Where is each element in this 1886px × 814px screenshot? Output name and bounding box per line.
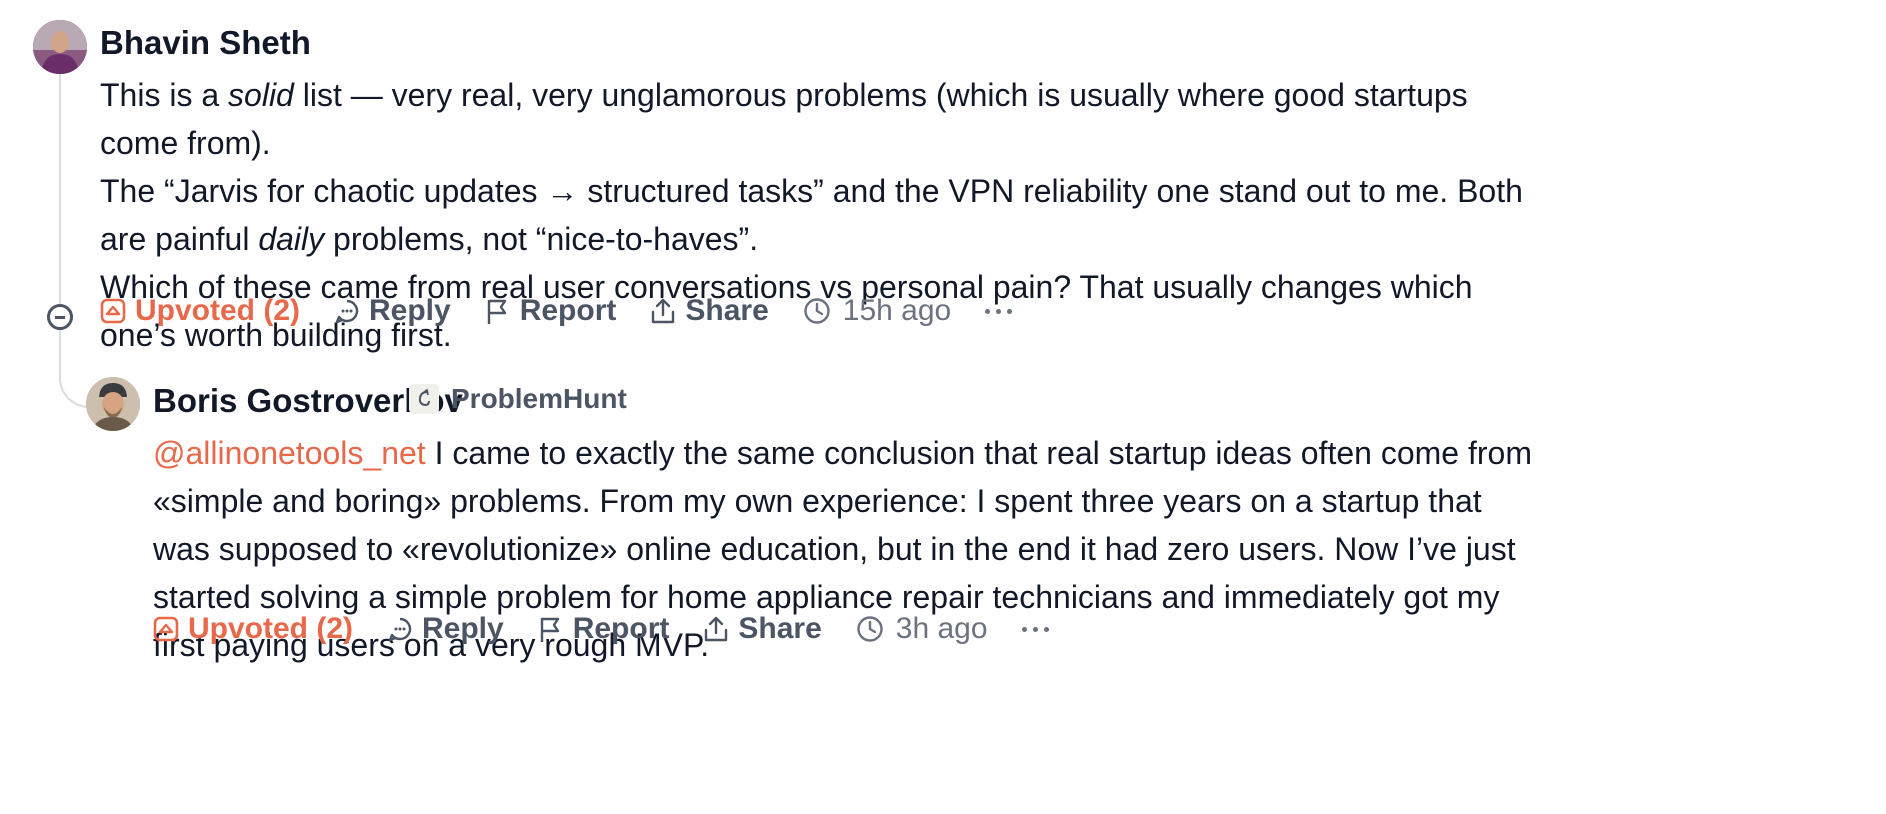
flag-icon bbox=[487, 299, 506, 324]
comment-paragraph: This is a solid list — very real, very u… bbox=[100, 77, 1468, 161]
comment-actions: Upvoted (2) Reply Report Share 3h ago bbox=[153, 612, 1049, 646]
share-icon bbox=[705, 616, 728, 642]
upvote-icon bbox=[153, 616, 179, 642]
avatar[interactable] bbox=[86, 377, 140, 431]
clock-icon bbox=[857, 616, 883, 642]
thread-line bbox=[59, 74, 61, 304]
reply-icon bbox=[388, 617, 412, 642]
upvote-button[interactable]: Upvoted (2) bbox=[100, 294, 300, 328]
more-icon[interactable] bbox=[1021, 626, 1049, 632]
comment-actions: Upvoted (2) Reply Report Share 15h ago bbox=[100, 294, 1013, 328]
product-badge[interactable]: ProblemHunt bbox=[409, 383, 627, 415]
timestamp[interactable]: 3h ago bbox=[856, 612, 988, 646]
avatar-photo bbox=[86, 377, 140, 431]
reply-button[interactable]: Reply bbox=[387, 612, 504, 646]
comment-paragraph: The “Jarvis for chaotic updates → struct… bbox=[100, 173, 1523, 257]
timestamp[interactable]: 15h ago bbox=[803, 294, 951, 328]
collapse-thread-button[interactable] bbox=[47, 304, 73, 330]
comment-author[interactable]: Bhavin Sheth bbox=[100, 24, 311, 62]
more-icon[interactable] bbox=[985, 308, 1013, 314]
report-button[interactable]: Report bbox=[485, 294, 616, 328]
upvote-button[interactable]: Upvoted (2) bbox=[153, 612, 353, 646]
flag-icon bbox=[540, 617, 559, 642]
avatar[interactable] bbox=[33, 20, 87, 74]
problemhunt-logo-icon bbox=[409, 384, 439, 414]
report-button[interactable]: Report bbox=[538, 612, 669, 646]
share-button[interactable]: Share bbox=[650, 294, 769, 328]
user-mention-link[interactable]: @allinonetools_net bbox=[153, 435, 426, 471]
reply-icon bbox=[335, 299, 359, 324]
clock-icon bbox=[804, 298, 830, 324]
upvote-icon bbox=[100, 298, 126, 324]
share-button[interactable]: Share bbox=[703, 612, 822, 646]
avatar-photo bbox=[33, 20, 87, 74]
reply-button[interactable]: Reply bbox=[334, 294, 451, 328]
share-icon bbox=[652, 298, 675, 324]
